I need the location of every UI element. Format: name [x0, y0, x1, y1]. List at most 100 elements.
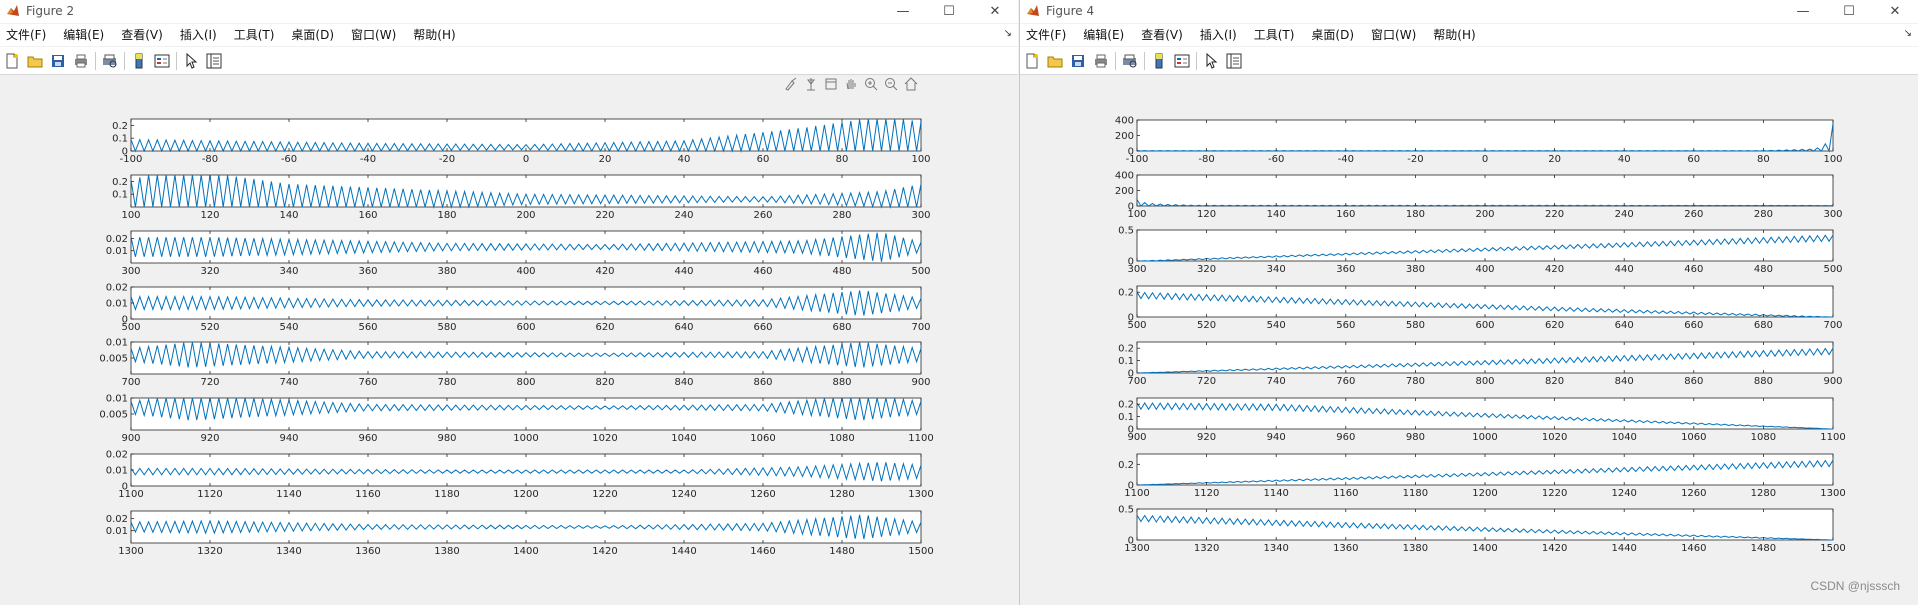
minimize-button[interactable]: —: [1780, 0, 1826, 23]
dock-arrow-icon[interactable]: ↘: [1904, 28, 1912, 39]
subplot-6: 900 920 940 960 980 1000 1020 1040 1060 1080 1100 0…: [99, 394, 933, 445]
x-tick-label: 480: [832, 266, 851, 277]
x-tick-label: 660: [753, 322, 772, 333]
new-figure-icon[interactable]: [1023, 52, 1041, 70]
menu-file[interactable]: 文件(F): [6, 24, 46, 46]
colorbar-icon[interactable]: [1150, 52, 1168, 70]
close-button[interactable]: ✕: [1872, 0, 1918, 23]
print-icon[interactable]: [72, 52, 90, 70]
x-tick-label: 1400: [513, 546, 538, 557]
menu-edit[interactable]: 编辑(E): [63, 24, 104, 46]
menu-desktop[interactable]: 桌面(D): [291, 24, 334, 46]
menu-view[interactable]: 查看(V): [121, 24, 163, 46]
maximize-button[interactable]: ☐: [1826, 0, 1872, 23]
x-tick-label: 780: [437, 377, 456, 388]
x-tick-label: 120: [200, 210, 219, 221]
property-inspector-icon[interactable]: [1225, 52, 1243, 70]
menu-tools[interactable]: 工具(T): [234, 24, 275, 46]
minimize-button[interactable]: —: [880, 0, 926, 23]
menu-help[interactable]: 帮助(H): [1433, 24, 1475, 46]
menu-help[interactable]: 帮助(H): [413, 24, 455, 46]
colorbar-icon[interactable]: [130, 52, 148, 70]
x-tick-label: 1360: [355, 546, 380, 557]
zoom-in-icon[interactable]: [862, 75, 880, 93]
open-file-icon[interactable]: [26, 52, 44, 70]
y-tick-label: 0.2: [112, 177, 128, 188]
menu-tools[interactable]: 工具(T): [1254, 24, 1295, 46]
home-icon[interactable]: [902, 75, 920, 93]
y-tick-label: 0.5: [1118, 505, 1134, 516]
x-tick-label: 1160: [1333, 488, 1358, 499]
subplot-7: 1100 1120 1140 1160 1180 1200 1220 1240 1260 1280…: [1118, 453, 1846, 499]
open-file-icon[interactable]: [1046, 52, 1064, 70]
x-tick-label: 920: [200, 433, 219, 444]
y-tick-label: 0: [1128, 313, 1134, 324]
menu-insert[interactable]: 插入(I): [1200, 24, 1237, 46]
axes-box: [130, 174, 922, 208]
menu-file[interactable]: 文件(F): [1026, 24, 1066, 46]
x-tick-label: -80: [1198, 154, 1214, 165]
x-tick-label: -80: [202, 154, 218, 165]
zoom-out-icon[interactable]: [882, 75, 900, 93]
x-tick-label: 340: [1267, 264, 1286, 275]
dock-arrow-icon[interactable]: ↘: [1004, 28, 1012, 39]
print-preview-icon[interactable]: [1121, 52, 1139, 70]
save-icon[interactable]: [49, 52, 67, 70]
menu-window[interactable]: 窗口(W): [1371, 24, 1416, 46]
x-tick-label: 860: [753, 377, 772, 388]
menu-window[interactable]: 窗口(W): [351, 24, 396, 46]
close-button[interactable]: ✕: [972, 0, 1018, 23]
x-tick-label: 960: [358, 433, 377, 444]
rotate-icon[interactable]: [822, 75, 840, 93]
x-tick-label: 820: [1545, 376, 1564, 387]
print-icon[interactable]: [1092, 52, 1110, 70]
menu-insert[interactable]: 插入(I): [180, 24, 217, 46]
x-tick-label: 880: [1754, 376, 1773, 387]
legend-icon[interactable]: [153, 52, 171, 70]
y-tick-label: 0.01: [106, 394, 128, 405]
pan-icon[interactable]: [842, 75, 860, 93]
property-inspector-icon[interactable]: [205, 52, 223, 70]
x-tick-label: 1220: [1542, 488, 1567, 499]
figure-canvas[interactable]: -100 -80 -60 -40 -20 0 20 40 60 80 100 0 200 400 100 12…: [1020, 76, 1918, 605]
subplot-2: 100 120 140 160 180 200 220 240 260 280 300 0.1 0.2: [112, 174, 931, 221]
title-bar[interactable]: Figure 2 — ☐ ✕: [0, 0, 1018, 23]
title-bar[interactable]: Figure 4 — ☐ ✕: [1020, 0, 1918, 23]
y-tick-label: 0: [1128, 425, 1134, 436]
axes-box: [130, 341, 922, 375]
x-tick-label: 420: [1545, 264, 1564, 275]
menu-edit[interactable]: 编辑(E): [1083, 24, 1124, 46]
x-tick-label: 820: [595, 377, 614, 388]
x-tick-label: 1360: [1333, 543, 1358, 554]
subplot-4: 500 520 540 560 580 600 620 640 660 680 70000.010.…: [106, 283, 931, 334]
menu-view[interactable]: 查看(V): [1141, 24, 1183, 46]
print-preview-icon[interactable]: [101, 52, 119, 70]
brush-icon[interactable]: [782, 75, 800, 93]
subplot-5: 700 720 740 760 780 800 820 840 860 880 90000.10.2: [1118, 341, 1843, 387]
menu-desktop[interactable]: 桌面(D): [1311, 24, 1354, 46]
x-tick-label: 1100: [908, 433, 933, 444]
figure-4-window: Figure 4 — ☐ ✕ 文件(F) 编辑(E) 查看(V) 插入(I) 工…: [1019, 0, 1918, 605]
legend-icon[interactable]: [1173, 52, 1191, 70]
x-tick-label: 1180: [1403, 488, 1428, 499]
x-tick-label: 20: [599, 154, 612, 165]
data-cursor-icon[interactable]: [802, 75, 820, 93]
x-tick-label: 1240: [671, 489, 696, 500]
x-tick-label: 1060: [750, 433, 775, 444]
x-tick-label: 720: [1197, 376, 1216, 387]
save-icon[interactable]: [1069, 52, 1087, 70]
x-tick-label: 1400: [1472, 543, 1497, 554]
x-tick-label: 900: [121, 433, 140, 444]
toolbar-separator: [1144, 51, 1145, 70]
x-tick-label: 380: [1406, 264, 1425, 275]
figure-4-subplots: -100 -80 -60 -40 -20 0 20 40 60 80 1000200400100 12…: [1115, 116, 1846, 555]
x-tick-label: 1300: [118, 546, 143, 557]
x-tick-label: 1040: [671, 433, 696, 444]
maximize-button[interactable]: ☐: [926, 0, 972, 23]
toolbar-separator: [95, 51, 96, 70]
figure-canvas[interactable]: -100 -80 -60 -40 -20 0 20 40 60 80 100 0 0.1 0.2 100 12…: [0, 76, 1018, 605]
new-figure-icon[interactable]: [3, 52, 21, 70]
x-tick-label: 220: [1545, 209, 1564, 220]
pointer-icon[interactable]: [182, 52, 200, 70]
pointer-icon[interactable]: [1202, 52, 1220, 70]
